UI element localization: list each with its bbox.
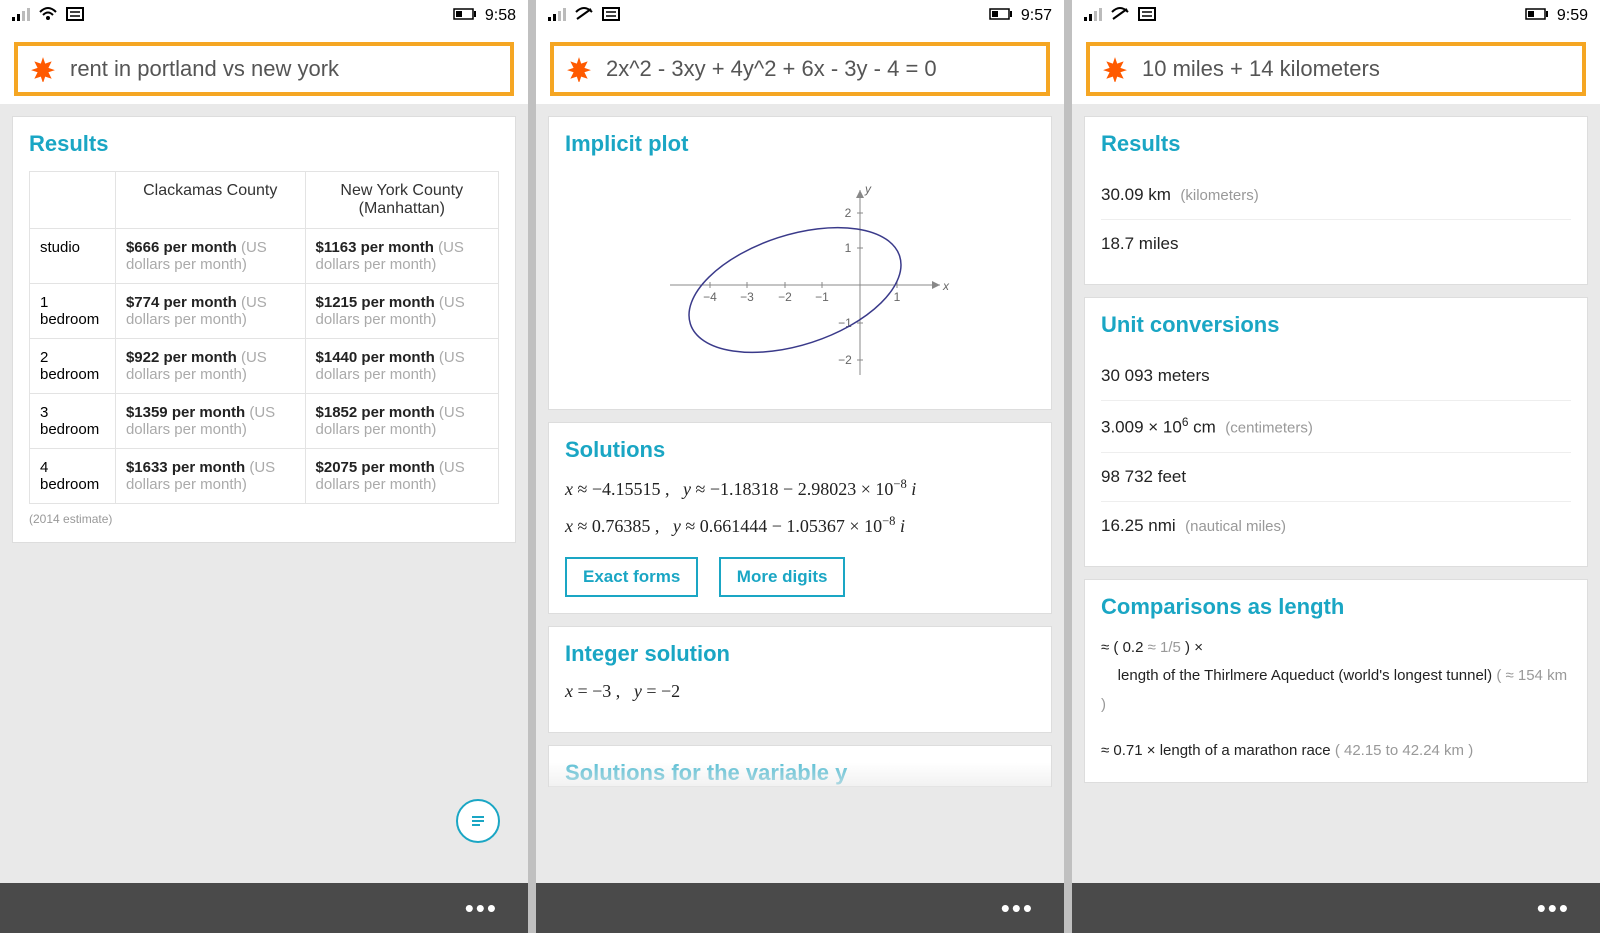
table-row: 4 bedroom$1633 per month (US dollars per… [30,449,499,504]
col-b: New York County (Manhattan) [305,172,498,229]
wolfram-icon [30,56,56,82]
wifi-icon [38,7,58,26]
status-bar: 9:57 [536,0,1064,32]
signal-icon [1084,7,1102,26]
screen-equation: 9:57 Implicit plot x y −4 −3 [536,0,1064,933]
plot: x y −4 −3 −2 −1 1 1 2 −1 −2 [565,171,1035,393]
bottom-bar: ••• [0,883,528,933]
col-a: Clackamas County [115,172,305,229]
signal-icon [12,7,30,26]
status-bar: 9:58 [0,0,528,32]
search-box[interactable] [14,42,514,96]
signal-icon [548,7,566,26]
table-row: 2 bedroom$922 per month (US dollars per … [30,339,499,394]
more-digits-button[interactable]: More digits [719,557,846,597]
card-title: Results [29,131,499,157]
message-icon [1138,7,1156,26]
clock: 9:57 [1021,7,1052,25]
status-bar: 9:59 [1072,0,1600,32]
battery-icon [1525,7,1549,25]
solutions-card: Solutions x ≈ −4.15515 , y ≈ −1.18318 − … [548,422,1052,614]
more-icon[interactable]: ••• [1001,895,1034,921]
card-title: Comparisons as length [1101,594,1571,620]
result-miles: 18.7 miles [1101,220,1571,268]
search-input[interactable] [606,56,1034,82]
svg-text:1: 1 [845,241,852,255]
card-title: Unit conversions [1101,312,1571,338]
clock: 9:58 [485,7,516,25]
unit-nmi: 16.25 nmi (nautical miles) [1101,502,1571,550]
card-title: Integer solution [565,641,1035,667]
footnote: (2014 estimate) [29,512,499,526]
unit-conversions-card: Unit conversions 30 093 meters 3.009 × 1… [1084,297,1588,567]
unit-cm: 3.009 × 106 cm (centimeters) [1101,401,1571,453]
integer-solution-card: Integer solution x = −3 , y = −2 [548,626,1052,733]
svg-text:−3: −3 [740,290,754,304]
search-input[interactable] [70,56,498,82]
screen-units: 9:59 Results 30.09 km (kilometers) 18.7 … [1072,0,1600,933]
svg-text:−2: −2 [838,353,852,367]
table-row: 1 bedroom$774 per month (US dollars per … [30,284,499,339]
search-input[interactable] [1142,56,1570,82]
unit-feet: 98 732 feet [1101,453,1571,502]
next-card: Solutions for the variable y [548,745,1052,787]
more-icon[interactable]: ••• [465,895,498,921]
table-row: 3 bedroom$1359 per month (US dollars per… [30,394,499,449]
card-title: Solutions [565,437,1035,463]
wolfram-icon [566,56,592,82]
content-area: Results 30.09 km (kilometers) 18.7 miles… [1072,104,1600,883]
bottom-bar: ••• [536,883,1064,933]
col-blank [30,172,116,229]
comparison-1: ≈ ( 0.2 ≈ 1/5 ) × length of the Thirlmer… [1101,634,1571,720]
svg-text:−1: −1 [815,290,829,304]
more-icon[interactable]: ••• [1537,895,1570,921]
table-row: studio$666 per month (US dollars per mon… [30,229,499,284]
results-card: Results 30.09 km (kilometers) 18.7 miles [1084,116,1588,285]
wolfram-icon [1102,56,1128,82]
content-area: Results Clackamas County New York County… [0,104,528,883]
comparison-2: ≈ 0.71 × length of a marathon race ( 42.… [1101,737,1571,766]
solution-2: x ≈ 0.76385 , y ≈ 0.661444 − 1.05367 × 1… [565,514,1035,537]
svg-text:1: 1 [894,290,901,304]
screen-rent: 9:58 Results Clackamas County New York C… [0,0,528,933]
clock: 9:59 [1557,7,1588,25]
battery-icon [989,7,1013,25]
message-icon [602,7,620,26]
wifi-off-icon [574,7,594,26]
integer-solution: x = −3 , y = −2 [565,681,1035,702]
svg-text:−4: −4 [703,290,717,304]
svg-text:x: x [942,279,950,293]
results-card: Results Clackamas County New York County… [12,116,516,543]
rent-table: Clackamas County New York County (Manhat… [29,171,499,504]
content-area: Implicit plot x y −4 −3 −2 −1 1 1 [536,104,1064,883]
battery-icon [453,7,477,25]
search-box[interactable] [1086,42,1586,96]
solution-1: x ≈ −4.15515 , y ≈ −1.18318 − 2.98023 × … [565,477,1035,500]
message-icon [66,7,84,26]
result-km: 30.09 km (kilometers) [1101,171,1571,220]
card-title: Solutions for the variable y [565,760,1035,786]
unit-meters: 30 093 meters [1101,352,1571,401]
fab-notes[interactable] [456,799,500,843]
implicit-plot-card: Implicit plot x y −4 −3 −2 −1 1 1 [548,116,1052,410]
svg-text:−2: −2 [778,290,792,304]
wifi-off-icon [1110,7,1130,26]
svg-text:2: 2 [845,206,852,220]
card-title: Results [1101,131,1571,157]
exact-forms-button[interactable]: Exact forms [565,557,698,597]
card-title: Implicit plot [565,131,1035,157]
search-box[interactable] [550,42,1050,96]
svg-text:y: y [864,182,872,196]
comparisons-card: Comparisons as length ≈ ( 0.2 ≈ 1/5 ) × … [1084,579,1588,783]
bottom-bar: ••• [1072,883,1600,933]
